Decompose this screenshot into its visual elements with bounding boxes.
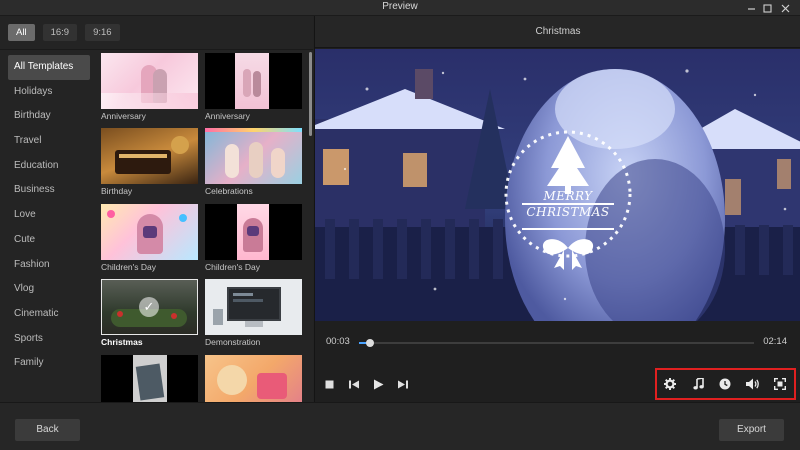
template-thumbnail [101,355,198,402]
export-button[interactable]: Export [719,419,784,441]
category-all-templates[interactable]: All Templates [8,55,90,80]
template-thumbnail [205,53,302,109]
template-label: Anniversary [101,111,146,121]
template-card[interactable]: Anniversary [101,53,198,121]
video-preview[interactable]: MERRY CHRISTMAS [315,49,800,321]
fullscreen-icon[interactable] [771,374,789,394]
template-card[interactable]: Demonstration [205,279,302,347]
category-list: All Templates Holidays Birthday Travel E… [8,55,90,376]
template-label: Children's Day [101,262,157,272]
template-card[interactable]: Children's Day [101,204,198,272]
template-label: Celebrations [205,186,253,196]
category-holidays[interactable]: Holidays [8,80,90,105]
back-button[interactable]: Back [15,419,80,441]
stop-icon[interactable] [320,374,338,394]
template-label: Demonstration [205,337,261,347]
template-card-selected[interactable]: ✓ Christmas [101,279,198,347]
total-time: 02:14 [763,336,787,347]
maximize-icon[interactable] [758,0,776,16]
progress-track[interactable] [359,339,754,347]
title-bar: Preview [0,0,800,16]
previous-frame-icon[interactable] [345,374,363,394]
template-card[interactable]: Anniversary [205,53,302,121]
video-frame [315,49,800,321]
template-label: Anniversary [205,111,250,121]
filter-all[interactable]: All [8,24,35,41]
template-card[interactable]: Celebrations [205,128,302,196]
template-thumbnail [205,204,302,260]
category-vlog[interactable]: Vlog [8,277,90,302]
footer-bar: Back Export [0,402,800,450]
template-card[interactable] [101,355,198,402]
category-fashion[interactable]: Fashion [8,253,90,278]
preview-panel: Christmas MERRY CHRISTMAS 00:03 02:14 [314,16,800,402]
category-family[interactable]: Family [8,351,90,376]
template-thumbnail [205,128,302,184]
category-cinematic[interactable]: Cinematic [8,302,90,327]
next-frame-icon[interactable] [393,374,411,394]
template-scrollbar[interactable] [309,52,312,136]
template-thumbnail [101,204,198,260]
preview-title: Christmas [315,16,800,48]
template-thumbnail [205,279,302,335]
timeline: 00:03 02:14 [315,336,800,350]
filter-16-9[interactable]: 16:9 [42,24,78,41]
music-note-icon[interactable] [689,374,707,394]
window-title: Preview [382,1,418,12]
template-thumbnail [205,355,302,402]
category-business[interactable]: Business [8,178,90,203]
progress-handle[interactable] [366,339,375,347]
template-thumbnail [101,53,198,109]
video-caption-line2: CHRISTMAS [526,205,610,219]
template-thumbnail: ✓ [101,279,198,335]
volume-icon[interactable] [744,374,762,394]
template-label: Christmas [101,337,143,347]
category-sports[interactable]: Sports [8,327,90,352]
template-label: Children's Day [205,262,261,272]
template-browser: All 16:9 9:16 All Templates Holidays Bir… [0,16,313,402]
category-travel[interactable]: Travel [8,129,90,154]
aspect-ratio-filters: All 16:9 9:16 [8,24,120,41]
template-grid: Anniversary Anniversary Birthday Celebra… [101,53,302,402]
template-thumbnail [101,128,198,184]
checkmark-icon: ✓ [139,297,159,317]
category-birthday[interactable]: Birthday [8,104,90,129]
template-label: Birthday [101,186,133,196]
category-education[interactable]: Education [8,154,90,179]
template-card[interactable] [205,355,302,402]
category-cute[interactable]: Cute [8,228,90,253]
divider [0,49,313,50]
close-icon[interactable] [776,0,794,16]
video-caption-line1: MERRY [543,189,593,203]
settings-gear-icon[interactable] [661,374,679,394]
filter-9-16[interactable]: 9:16 [85,24,120,41]
current-time: 00:03 [326,336,350,347]
template-card[interactable]: Birthday [101,128,198,196]
play-icon[interactable] [369,374,387,394]
template-card[interactable]: Children's Day [205,204,302,272]
category-love[interactable]: Love [8,203,90,228]
clock-icon[interactable] [716,374,734,394]
